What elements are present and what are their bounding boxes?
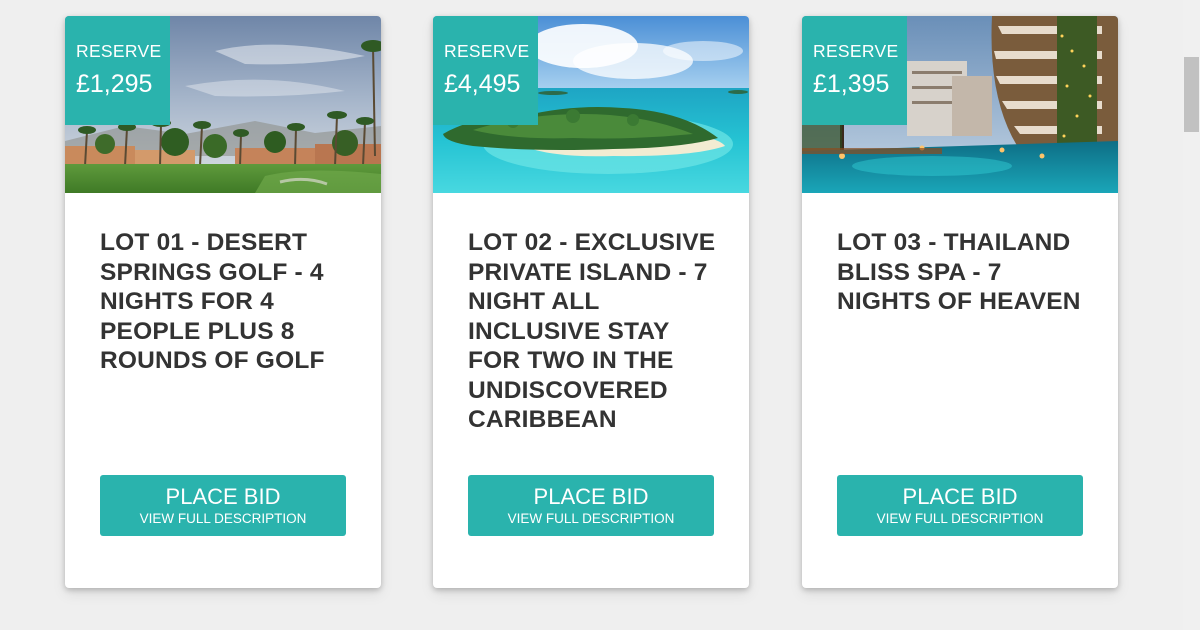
place-bid-button[interactable]: PLACE BID VIEW FULL DESCRIPTION	[100, 475, 346, 536]
reserve-label: RESERVE	[444, 41, 530, 61]
place-bid-label: PLACE BID	[902, 484, 1018, 509]
reserve-price: £1,295	[76, 70, 153, 98]
reserve-label: RESERVE	[76, 41, 162, 61]
reserve-badge: RESERVE £4,495	[433, 16, 538, 125]
lot-title: LOT 02 - EXCLUSIVE PRIVATE ISLAND - 7 NI…	[468, 229, 716, 433]
place-bid-button[interactable]: PLACE BID VIEW FULL DESCRIPTION	[468, 475, 714, 536]
place-bid-label: PLACE BID	[533, 484, 649, 509]
view-description-label: VIEW FULL DESCRIPTION	[876, 511, 1044, 526]
lot-title: LOT 01 - DESERT SPRINGS GOLF - 4 NIGHTS …	[100, 229, 325, 374]
lot-card-02: RESERVE £4,495 LOT 02 - EXCLUSIVE PRIVAT…	[433, 16, 749, 588]
reserve-label: RESERVE	[813, 41, 899, 61]
scrollbar-thumb[interactable]	[1184, 57, 1199, 132]
auction-lots-grid: RESERVE £1,295 LOT 01 - DESERT SPRINGS G…	[0, 0, 1200, 630]
view-description-label: VIEW FULL DESCRIPTION	[139, 511, 307, 526]
lot-title: LOT 03 - THAILAND BLISS SPA - 7 NIGHTS O…	[837, 229, 1081, 315]
place-bid-label: PLACE BID	[165, 484, 281, 509]
reserve-badge: RESERVE £1,395	[802, 16, 907, 125]
place-bid-button[interactable]: PLACE BID VIEW FULL DESCRIPTION	[837, 475, 1083, 536]
reserve-price: £4,495	[444, 70, 521, 98]
view-description-label: VIEW FULL DESCRIPTION	[507, 511, 675, 526]
vertical-scrollbar[interactable]	[1183, 0, 1200, 630]
reserve-price: £1,395	[813, 70, 890, 98]
lot-card-01: RESERVE £1,295 LOT 01 - DESERT SPRINGS G…	[65, 16, 381, 588]
lot-card-03: RESERVE £1,395 LOT 03 - THAILAND BLISS S…	[802, 16, 1118, 588]
reserve-badge: RESERVE £1,295	[65, 16, 170, 125]
